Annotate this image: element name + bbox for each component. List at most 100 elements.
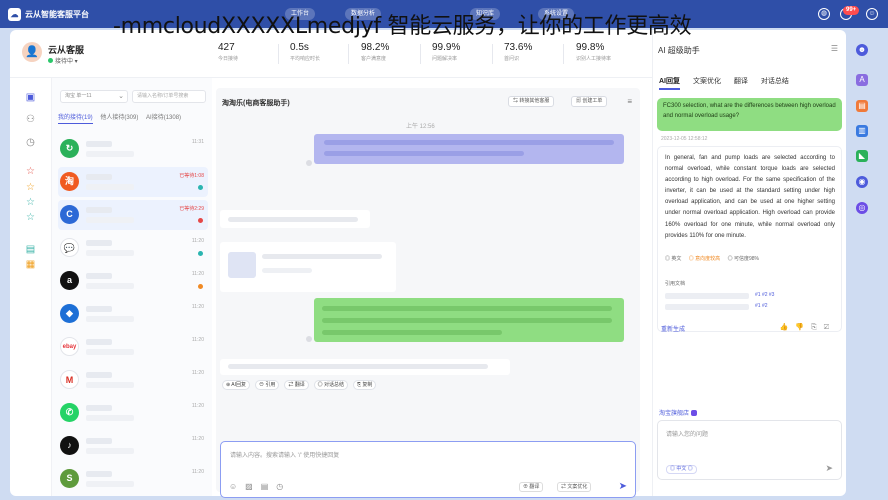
ai-reply-button[interactable]: ⊕ AI回复 — [222, 380, 251, 390]
create-ticket-button[interactable]: 🗐 创建工单 — [571, 96, 608, 107]
contact-name-placeholder — [86, 240, 112, 246]
account-icon[interactable]: ◉ — [856, 176, 868, 188]
send-icon[interactable]: ➤ — [619, 481, 627, 492]
tab-summary[interactable]: 对话总结 — [761, 78, 789, 85]
language-selector[interactable]: ◎ 中文 ◎ — [666, 465, 697, 474]
stat-human-rate: 99.8% 识别人工接待率 — [576, 42, 611, 62]
conversation-search-input[interactable]: 请输入名称/订单号搜索 — [132, 90, 206, 103]
contact-name-placeholder — [86, 306, 112, 312]
translate-input-button[interactable]: ⊕ 翻译 — [519, 482, 544, 492]
table-icon[interactable]: ▤ — [25, 244, 36, 255]
regenerate-button[interactable]: 重新生成 — [661, 324, 685, 333]
calendar-icon[interactable]: ▦ — [25, 259, 36, 270]
conversation-item[interactable]: ✆ 11:20 — [58, 398, 208, 428]
robot-icon[interactable]: ☻ — [856, 44, 868, 56]
tab-polish[interactable]: 文案优化 — [693, 78, 721, 85]
conversation-time: 11:20 — [191, 337, 204, 343]
contact-name-placeholder — [86, 141, 112, 147]
clock-icon[interactable]: ◷ — [25, 137, 36, 148]
status-dot — [198, 218, 203, 223]
conversation-item[interactable]: ↻ 11:31 — [58, 134, 208, 164]
reference-links[interactable]: #1 #2 #3 — [755, 292, 774, 298]
status-dot — [198, 251, 203, 256]
stat-label: 首问识 — [504, 56, 520, 62]
stat-value: 98.2% — [361, 42, 390, 53]
tab-ai[interactable]: AI接待(1308) — [146, 115, 181, 121]
contact-name-placeholder — [86, 273, 112, 279]
conversation-item[interactable]: C 已等待2:29 — [58, 200, 208, 230]
conversation-item[interactable]: ebay 11:20 — [58, 332, 208, 362]
tab-translate[interactable]: 翻译 — [734, 78, 748, 85]
outgoing-message-bubble — [314, 134, 624, 164]
stat-satisfaction: 98.2% 客户满意度 — [361, 42, 389, 62]
message-text-placeholder — [324, 151, 524, 156]
quote-button[interactable]: ⊖ 引用 — [254, 380, 280, 390]
divider — [563, 44, 564, 64]
channel-avatar: ◆ — [60, 304, 79, 323]
ai-question-input[interactable]: 请输入您的问题 ◎ 中文 ◎ ➤ — [657, 420, 842, 480]
emoji-icon[interactable]: ☺ — [229, 482, 245, 491]
menu-icon[interactable]: ☰ — [831, 44, 838, 53]
conversation-item[interactable]: ♪ 11:20 — [58, 431, 208, 461]
avatar[interactable]: 👤 — [22, 42, 42, 62]
last-message-placeholder — [86, 283, 134, 289]
menu-icon[interactable]: ≡ — [627, 97, 632, 106]
summary-button[interactable]: ◎ 对话总结 — [313, 380, 349, 390]
conversation-item[interactable]: 淘 已等待1:08 — [58, 167, 208, 197]
star-icon[interactable]: ☆ — [25, 182, 36, 193]
stat-value: 427 — [218, 42, 235, 53]
reference-links[interactable]: #1 #2 — [755, 303, 768, 309]
tab-ai-reply[interactable]: AI回复 — [659, 78, 680, 90]
channel-avatar: C — [60, 205, 79, 224]
translate-button[interactable]: ⇄ 翻译 — [284, 380, 309, 390]
target-icon[interactable]: ◎ — [856, 202, 868, 214]
message-input[interactable]: 请输入内容。搜索请输入 '/' 使用快捷回复 ☺▨▤◷ ⊕ 翻译 ⇄ 文案优化 … — [220, 441, 636, 498]
document-icon[interactable]: ▤ — [856, 100, 868, 112]
send-icon[interactable]: ➤ — [825, 463, 833, 474]
last-message-placeholder — [86, 151, 134, 157]
stat-first-ask: 73.6% 首问识 — [504, 42, 532, 62]
history-icon[interactable]: ◷ — [276, 482, 291, 491]
polish-button[interactable]: ⇄ 文案优化 — [557, 482, 592, 492]
agent-status-dropdown[interactable]: 接待中 ▾ — [48, 56, 78, 65]
star-icon[interactable]: ☆ — [25, 212, 36, 223]
stat-value: 0.5s — [290, 42, 309, 53]
globe-icon[interactable]: ◍ — [818, 8, 830, 20]
stat-value: 99.9% — [432, 42, 461, 53]
insert-icon[interactable]: ☑ — [824, 324, 836, 331]
profile-icon[interactable]: ☺ — [866, 8, 878, 20]
chat-icon[interactable]: ▣ — [25, 92, 36, 103]
image-thumbnail[interactable] — [228, 252, 256, 278]
conversation-item[interactable]: S 11:20 — [58, 464, 208, 494]
conversation-item[interactable]: 💬 11:20 — [58, 233, 208, 263]
copy-button[interactable]: ⎘ 复制 — [353, 380, 377, 390]
conversation-time: 11:31 — [191, 139, 204, 145]
users-icon[interactable]: ⚇ — [25, 114, 36, 125]
tab-others[interactable]: 他人接待(309) — [100, 115, 138, 121]
last-message-placeholder — [86, 481, 134, 487]
star-icon[interactable]: ☆ — [25, 197, 36, 208]
chart-icon[interactable]: ◣ — [856, 150, 868, 162]
agent-name: 云从客服 — [48, 45, 85, 55]
conversation-item[interactable]: a 11:20 — [58, 266, 208, 296]
transfer-button[interactable]: ⇆ 转接其他客服 — [508, 96, 555, 107]
reference-title-placeholder — [665, 304, 749, 310]
star-icon[interactable]: ☆ — [25, 166, 36, 177]
stat-value: 99.8% — [576, 42, 605, 53]
image-icon[interactable]: ▨ — [245, 482, 261, 491]
tab-mine[interactable]: 我的接待(19) — [58, 115, 93, 124]
conversation-item[interactable]: ◆ 11:20 — [58, 299, 208, 329]
contact-name-placeholder — [86, 438, 112, 444]
status-dot — [198, 284, 203, 289]
clipboard-icon[interactable]: ▥ — [856, 125, 868, 137]
thumbs-up-icon[interactable]: 👍 — [780, 324, 796, 331]
right-toolbar: ☻ A ▤ ▥ ◣ ◉ ◎ — [848, 30, 888, 500]
copy-icon[interactable]: ⎘ — [811, 324, 824, 331]
thumbs-down-icon[interactable]: 👎 — [795, 324, 811, 331]
ai-panel-title: AI 超级助手 — [658, 46, 700, 55]
shop-tag[interactable]: 淘宝旗舰店 — [659, 408, 698, 417]
file-icon[interactable]: ▤ — [261, 482, 277, 491]
translate-icon[interactable]: A — [856, 74, 868, 86]
channel-filter-select[interactable]: 淘宝 单一11 ⌄ — [60, 90, 128, 103]
conversation-item[interactable]: M 11:20 — [58, 365, 208, 395]
